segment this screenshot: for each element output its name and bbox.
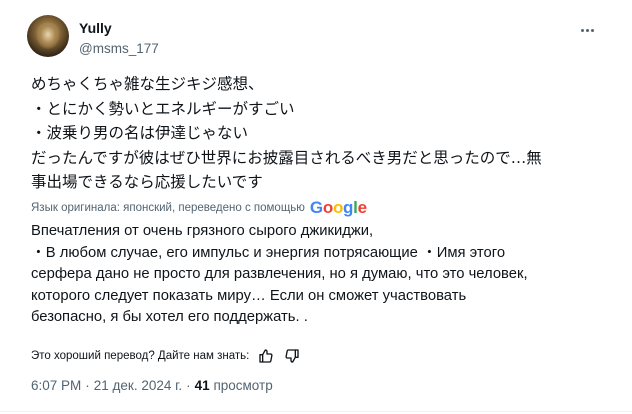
translation-attribution-label: Язык оригинала: японский, переведено с п…	[31, 202, 305, 214]
thumbs-down-icon[interactable]	[283, 347, 301, 365]
divider	[0, 411, 632, 412]
original-post-text: めちゃくちゃ雑な生ジキジ感想、 ・とにかく勢いとエネルギーがすごい ・波乗り男の…	[31, 72, 611, 195]
thumbs-up-icon[interactable]	[257, 347, 275, 365]
google-logo[interactable]: Google	[310, 198, 367, 218]
translated-line: ・В любом случае, его импульс и энергия п…	[31, 244, 506, 261]
views-count: 41	[194, 378, 210, 393]
display-name[interactable]: Yully	[79, 20, 112, 36]
more-dot	[590, 28, 594, 32]
original-line: めちゃくちゃ雑な生ジキジ感想、	[31, 75, 264, 93]
translated-line: которого следует показать миру… Если он …	[31, 287, 467, 304]
post-date[interactable]: 21 дек. 2024 г.	[94, 378, 182, 393]
separator: ·	[85, 378, 90, 393]
user-handle[interactable]: @msms_177	[79, 41, 159, 56]
avatar-image	[36, 23, 60, 49]
original-line: ・波乗り男の名は伊達じゃない	[31, 124, 249, 142]
original-line: 事出場できるなら応援したいです	[31, 173, 263, 191]
translated-post-text: Впечатления от очень грязного сырого джи…	[31, 221, 616, 329]
translated-line: Впечатления от очень грязного сырого джи…	[31, 223, 374, 239]
post-time[interactable]: 6:07 PM	[31, 378, 81, 393]
post-metadata: 6:07 PM · 21 дек. 2024 г. · 41 просмотр	[31, 378, 273, 393]
translation-feedback: Это хороший перевод? Дайте нам знать:	[31, 346, 301, 366]
more-dot	[585, 28, 589, 32]
feedback-prompt: Это хороший перевод? Дайте нам знать:	[31, 350, 250, 362]
translation-attribution: Язык оригинала: японский, переведено с п…	[31, 198, 367, 218]
original-line: ・とにかく勢いとエネルギーがすごい	[31, 99, 295, 118]
more-dot	[580, 28, 584, 32]
more-options-button[interactable]	[576, 20, 598, 40]
views-label: просмотр	[213, 378, 273, 393]
separator: ·	[186, 378, 191, 393]
previous-content-cutoff	[0, 0, 632, 6]
translated-line: серфера дано не просто для развлечения, …	[31, 266, 528, 282]
avatar[interactable]	[27, 15, 69, 57]
original-line: だったんですが彼はぜひ世界にお披露目されるべき男だと思ったので…無	[31, 148, 542, 167]
translated-line: безопасно, я бы хотел его поддержать. .	[31, 309, 308, 325]
